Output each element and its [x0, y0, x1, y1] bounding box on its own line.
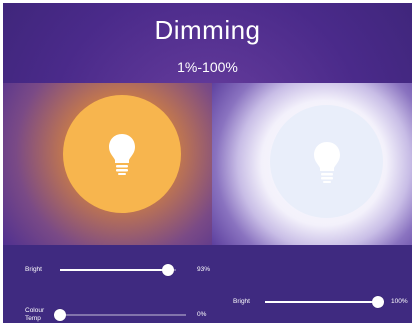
bright-slider-right[interactable] [265, 296, 384, 308]
bright-value-right: 100% [391, 298, 408, 305]
bright-value-left: 93% [197, 266, 211, 273]
bright-label-right: Bright [233, 298, 250, 305]
colour-temp-value: 0% [197, 311, 207, 318]
bright-slider-right-fill [265, 301, 378, 303]
warm-bulb-disc [63, 95, 181, 213]
bright-slider-left-fill [60, 269, 168, 271]
app-screen: Dimming 1%-100% Bright 93% Colour Temp 0… [3, 3, 412, 323]
colour-temp-slider-thumb[interactable] [54, 309, 66, 321]
bright-slider-left-thumb[interactable] [161, 264, 174, 276]
cool-bulb-disc [270, 105, 383, 218]
cool-light-panel [212, 83, 412, 245]
bright-slider-right-thumb[interactable] [372, 296, 384, 308]
warm-light-panel [3, 83, 212, 245]
colour-temp-slider[interactable] [54, 309, 186, 321]
bright-slider-left[interactable] [60, 264, 176, 276]
bright-label-left: Bright [25, 266, 42, 273]
colour-temp-label: Colour Temp [25, 307, 45, 322]
controls-area: Bright 93% Colour Temp 0% Bright 100% [3, 245, 412, 323]
page-title: Dimming [154, 15, 261, 45]
dimming-range-subtitle: 1%-100% [177, 59, 238, 75]
lightbulb-icon [109, 134, 135, 175]
lightbulb-icon [313, 141, 340, 183]
